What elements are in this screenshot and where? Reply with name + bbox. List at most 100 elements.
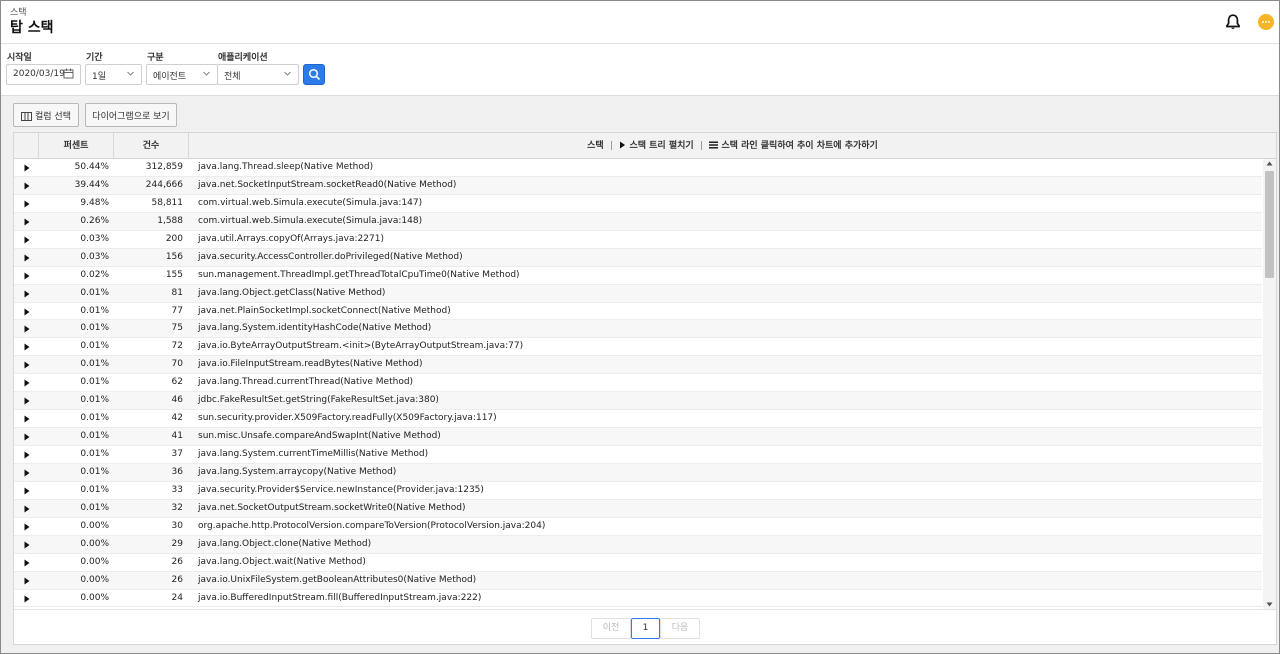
stack-cell[interactable]: jdbc.FakeResultSet.getString(FakeResultS…: [198, 395, 439, 405]
stack-cell[interactable]: java.net.SocketOutputStream.socketWrite0…: [198, 503, 466, 513]
expand-arrow-icon[interactable]: [24, 595, 30, 603]
table-row[interactable]: 0.01% 75 java.lang.System.identityHashCode…: [14, 320, 1262, 339]
stack-cell[interactable]: com.virtual.web.Simula.execute(Simula.ja…: [198, 216, 422, 226]
stack-cell[interactable]: java.util.Arrays.copyOf(Arrays.java:2271…: [198, 234, 384, 244]
table-row[interactable]: 0.01% 37 java.lang.System.currentTimeMilli…: [14, 446, 1262, 464]
expand-arrow-icon[interactable]: [24, 451, 30, 459]
expand-arrow-icon[interactable]: [24, 397, 30, 405]
stack-cell[interactable]: java.io.FileInputStream.readBytes(Native…: [198, 359, 423, 369]
expand-arrow-icon[interactable]: [24, 541, 30, 549]
expand-arrow-icon[interactable]: [24, 200, 30, 208]
category-select[interactable]: 에이전트: [146, 64, 218, 85]
stack-cell[interactable]: java.lang.Object.clone(Native Method): [198, 539, 371, 549]
expand-arrow-icon[interactable]: [24, 254, 30, 262]
table-row[interactable]: 0.01% 36 java.lang.System.arraycopy(Native…: [14, 463, 1262, 482]
expand-arrow-icon[interactable]: [24, 182, 30, 190]
table-row[interactable]: 0.01% 62 java.lang.Thread.currentThread(Na…: [14, 374, 1262, 393]
table-row[interactable]: 0.00% 26 java.io.UnixFileSystem.getBoolean…: [14, 571, 1262, 590]
diagram-view-button[interactable]: 다이어그램으로 보기: [85, 103, 177, 127]
scrollbar-thumb[interactable]: [1265, 171, 1274, 278]
stack-cell[interactable]: org.apache.http.ProtocolVersion.compareT…: [198, 521, 545, 531]
table-row[interactable]: 0.00% 24 java.io.BufferedInputStream.fill(…: [14, 590, 1262, 608]
expand-arrow-icon[interactable]: [24, 415, 30, 423]
stack-cell[interactable]: sun.management.ThreadImpl.getThreadTotal…: [198, 270, 520, 280]
stack-cell[interactable]: java.lang.System.currentTimeMillis(Nativ…: [198, 449, 428, 459]
percent-column-header[interactable]: 퍼센트: [39, 133, 114, 159]
bell-icon[interactable]: [1224, 13, 1242, 31]
expand-arrow-icon[interactable]: [24, 272, 30, 280]
table-row[interactable]: 9.48% 58,811 com.virtual.web.Simula.execut…: [14, 195, 1262, 213]
application-select[interactable]: 전체: [217, 64, 299, 85]
period-select[interactable]: 1일: [85, 64, 142, 85]
prev-page-button[interactable]: 이전: [591, 618, 631, 639]
chevron-down-icon: [127, 71, 134, 76]
expand-arrow-icon[interactable]: [24, 325, 30, 333]
table-row[interactable]: 0.01% 32 java.net.SocketOutputStream.socke…: [14, 499, 1262, 518]
stack-cell[interactable]: sun.misc.Unsafe.compareAndSwapInt(Native…: [198, 431, 441, 441]
column-select-button[interactable]: 컬럼 선택: [13, 103, 79, 127]
table-row[interactable]: 39.44% 244,666 java.net.SocketInputStream.…: [14, 176, 1262, 195]
expand-arrow-icon[interactable]: [24, 379, 30, 387]
stack-cell[interactable]: java.lang.Thread.sleep(Native Method): [198, 162, 373, 172]
count-cell: 37: [171, 449, 183, 459]
table-row[interactable]: 50.44% 312,859 java.lang.Thread.sleep(Nati…: [14, 159, 1262, 177]
table-row[interactable]: 0.00% 30 org.apache.http.ProtocolVersion.c…: [14, 518, 1262, 536]
table-row[interactable]: 0.01% 33 java.security.Provider$Service.ne…: [14, 482, 1262, 500]
stack-cell[interactable]: java.net.PlainSocketImpl.socketConnect(N…: [198, 306, 451, 316]
percent-cell: 39.44%: [74, 179, 109, 190]
expand-arrow-icon[interactable]: [24, 164, 30, 172]
stack-cell[interactable]: java.io.UnixFileSystem.getBooleanAttribu…: [198, 575, 476, 585]
scroll-down-icon[interactable]: [1266, 602, 1273, 607]
table-row[interactable]: 0.01% 81 java.lang.Object.getClass(Native …: [14, 284, 1262, 303]
table-row[interactable]: 0.03% 200 java.util.Arrays.copyOf(Arrays.j…: [14, 231, 1262, 249]
expand-arrow-icon[interactable]: [24, 577, 30, 585]
stack-cell[interactable]: java.io.ByteArrayOutputStream.<init>(Byt…: [198, 341, 523, 351]
count-cell: 58,811: [151, 197, 184, 208]
expand-arrow-icon[interactable]: [24, 236, 30, 244]
stack-cell[interactable]: java.lang.System.arraycopy(Native Method…: [198, 467, 396, 477]
table-row[interactable]: 0.01% 42 sun.security.provider.X509Factory…: [14, 410, 1262, 429]
expand-arrow-icon[interactable]: [24, 487, 30, 495]
stack-cell[interactable]: com.virtual.web.Simula.execute(Simula.ja…: [198, 198, 422, 208]
expand-arrow-icon[interactable]: [24, 308, 30, 316]
expand-arrow-icon[interactable]: [24, 505, 30, 513]
table-row[interactable]: 0.01% 41 sun.misc.Unsafe.compareAndSwapInt…: [14, 428, 1262, 446]
expand-arrow-icon[interactable]: [24, 559, 30, 567]
table-row[interactable]: 0.01% 46 jdbc.FakeResultSet.getString(Fake…: [14, 392, 1262, 411]
search-button[interactable]: [303, 64, 325, 85]
stack-cell[interactable]: java.lang.Object.wait(Native Method): [198, 557, 366, 567]
stack-cell[interactable]: java.security.Provider$Service.newInstan…: [198, 485, 484, 495]
table-row[interactable]: 0.02% 155 sun.management.ThreadImpl.getThr…: [14, 267, 1262, 285]
table-row[interactable]: 0.03% 156 java.security.AccessController.d…: [14, 248, 1262, 267]
table-row[interactable]: 0.01% 77 java.net.PlainSocketImpl.socketCo…: [14, 303, 1262, 321]
expand-arrow-icon[interactable]: [24, 361, 30, 369]
count-column-header[interactable]: 건수: [114, 133, 189, 159]
expand-arrow-icon[interactable]: [24, 469, 30, 477]
stack-cell[interactable]: sun.security.provider.X509Factory.readFu…: [198, 413, 497, 423]
stack-cell[interactable]: java.lang.Thread.currentThread(Native Me…: [198, 377, 413, 387]
expand-arrow-icon[interactable]: [24, 523, 30, 531]
stack-cell[interactable]: java.net.SocketInputStream.socketRead0(N…: [198, 180, 456, 190]
table-row[interactable]: 0.00% 29 java.lang.Object.clone(Native Met…: [14, 535, 1262, 554]
percent-cell: 50.44%: [74, 162, 109, 172]
stack-cell[interactable]: java.io.BufferedInputStream.fill(Buffere…: [198, 593, 481, 603]
next-page-button[interactable]: 다음: [660, 618, 700, 639]
page-1-button[interactable]: 1: [631, 618, 660, 639]
expand-arrow-icon[interactable]: [24, 433, 30, 441]
expand-arrow-icon[interactable]: [24, 290, 30, 298]
vertical-scrollbar[interactable]: [1263, 159, 1276, 609]
expand-tree-toggle[interactable]: 스택 트리 펼치기: [629, 141, 693, 151]
expand-arrow-icon[interactable]: [24, 218, 30, 226]
table-row[interactable]: 0.01% 72 java.io.ByteArrayOutputStream.<in…: [14, 338, 1262, 357]
start-date-input[interactable]: 2020/03/19: [6, 64, 81, 85]
scroll-up-icon[interactable]: [1266, 161, 1273, 166]
table-row[interactable]: 0.26% 1,588 com.virtual.web.Simula.execute…: [14, 212, 1262, 231]
table-row[interactable]: 0.01% 70 java.io.FileInputStream.readBytes…: [14, 356, 1262, 375]
expand-arrow-icon[interactable]: [24, 343, 30, 351]
table-row[interactable]: 0.00% 26 java.lang.Object.wait(Native Meth…: [14, 554, 1262, 572]
stack-cell[interactable]: java.lang.System.identityHashCode(Native…: [198, 323, 431, 333]
chat-icon[interactable]: [1258, 14, 1274, 30]
stack-cell[interactable]: java.security.AccessController.doPrivile…: [198, 252, 463, 262]
percent-cell: 0.01%: [80, 395, 109, 406]
stack-cell[interactable]: java.lang.Object.getClass(Native Method): [198, 288, 385, 298]
